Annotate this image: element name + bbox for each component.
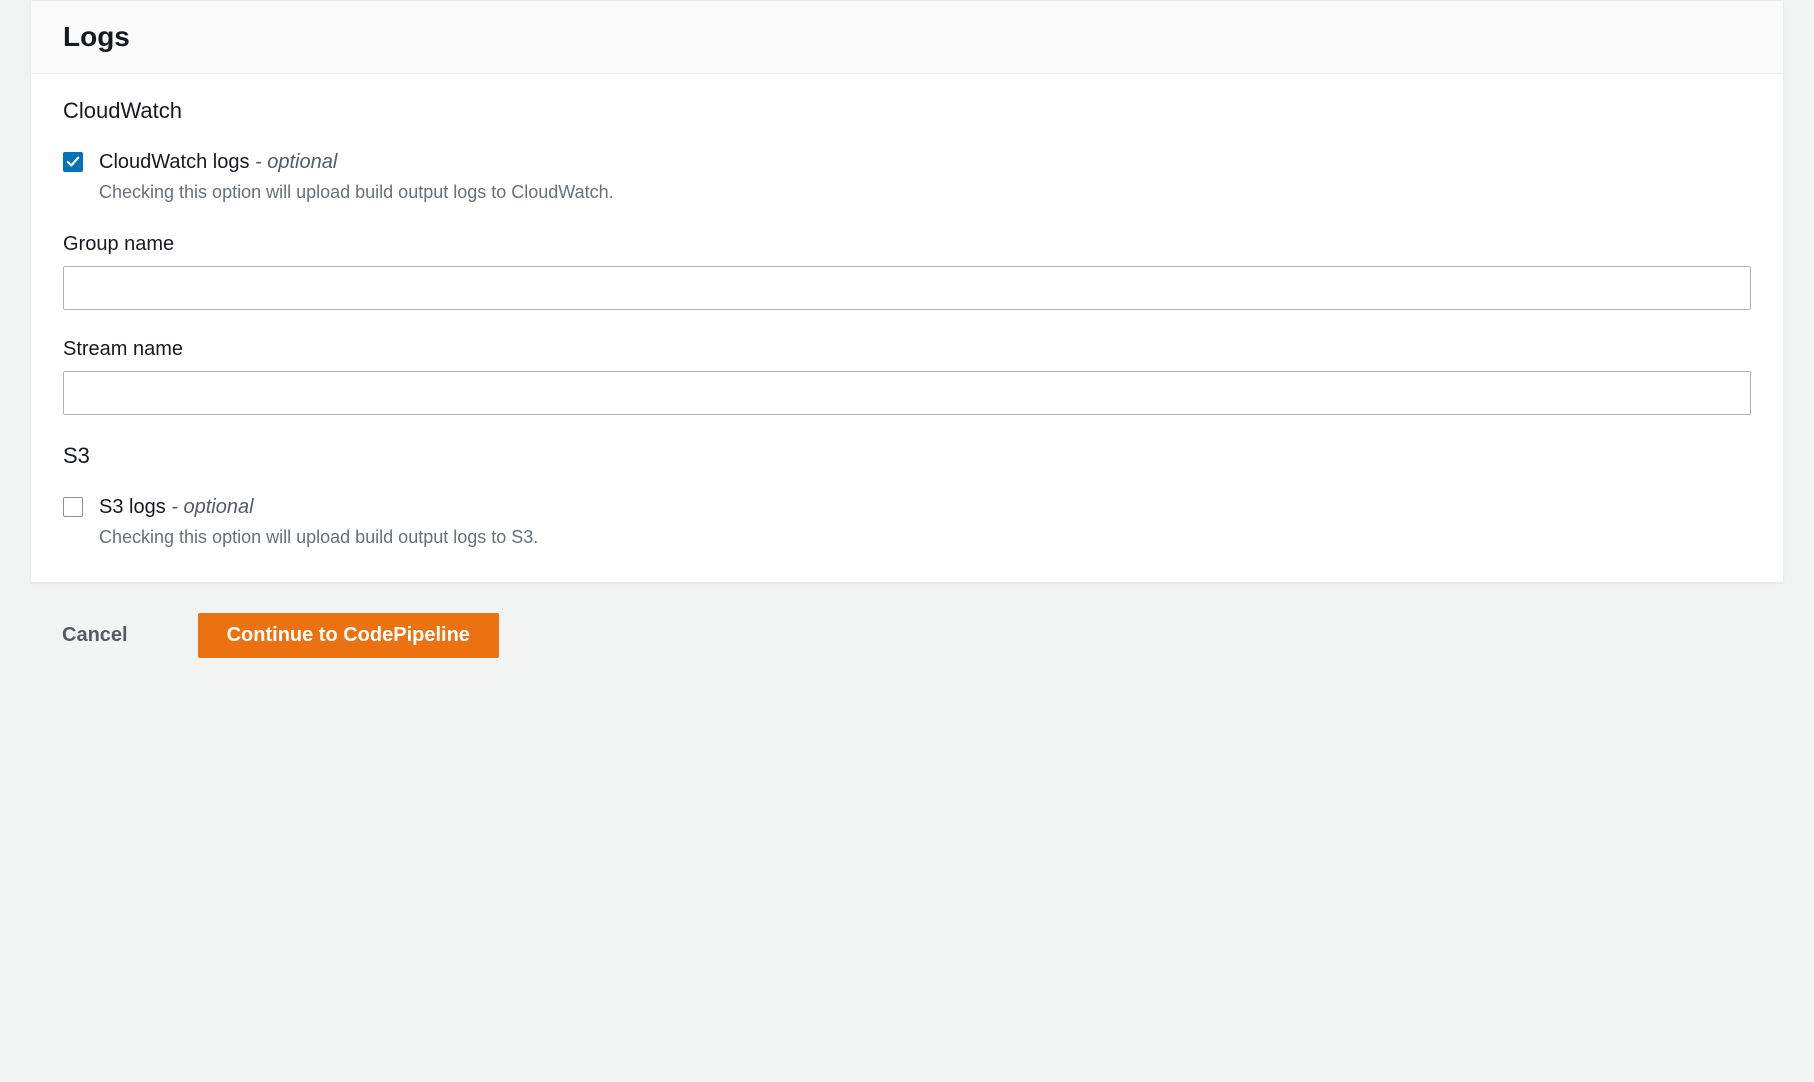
actions-row: Cancel Continue to CodePipeline xyxy=(30,613,1784,658)
stream-name-input[interactable] xyxy=(63,371,1751,415)
cloudwatch-logs-option: CloudWatch logs - optional Checking this… xyxy=(63,148,1751,205)
s3-logs-description: Checking this option will upload build o… xyxy=(99,525,1751,550)
panel-body: CloudWatch CloudWatch logs - optional Ch… xyxy=(31,74,1783,582)
cloudwatch-section-title: CloudWatch xyxy=(63,98,1751,124)
stream-name-label: Stream name xyxy=(63,338,1751,361)
s3-section: S3 S3 logs - optional Checking this opti… xyxy=(63,443,1751,550)
panel-title: Logs xyxy=(63,21,1751,53)
check-icon xyxy=(66,155,80,169)
logs-panel: Logs CloudWatch CloudWatch logs - option… xyxy=(30,0,1784,583)
cloudwatch-logs-label: CloudWatch logs - optional xyxy=(99,148,1751,176)
s3-logs-label: S3 logs - optional xyxy=(99,493,1751,521)
s3-logs-content: S3 logs - optional Checking this option … xyxy=(99,493,1751,550)
panel-header: Logs xyxy=(31,1,1783,74)
group-name-field: Group name xyxy=(63,233,1751,310)
cloudwatch-logs-content: CloudWatch logs - optional Checking this… xyxy=(99,148,1751,205)
s3-logs-checkbox[interactable] xyxy=(63,497,83,517)
cloudwatch-logs-description: Checking this option will upload build o… xyxy=(99,180,1751,205)
s3-logs-option: S3 logs - optional Checking this option … xyxy=(63,493,1751,550)
optional-suffix: - optional xyxy=(249,151,337,173)
cancel-button[interactable]: Cancel xyxy=(62,624,128,647)
continue-button[interactable]: Continue to CodePipeline xyxy=(198,613,499,658)
cloudwatch-logs-checkbox[interactable] xyxy=(63,152,83,172)
cloudwatch-logs-label-text: CloudWatch logs xyxy=(99,151,249,173)
group-name-input[interactable] xyxy=(63,266,1751,310)
s3-section-title: S3 xyxy=(63,443,1751,469)
group-name-label: Group name xyxy=(63,233,1751,256)
optional-suffix: - optional xyxy=(166,496,254,518)
s3-logs-label-text: S3 logs xyxy=(99,496,166,518)
stream-name-field: Stream name xyxy=(63,338,1751,415)
